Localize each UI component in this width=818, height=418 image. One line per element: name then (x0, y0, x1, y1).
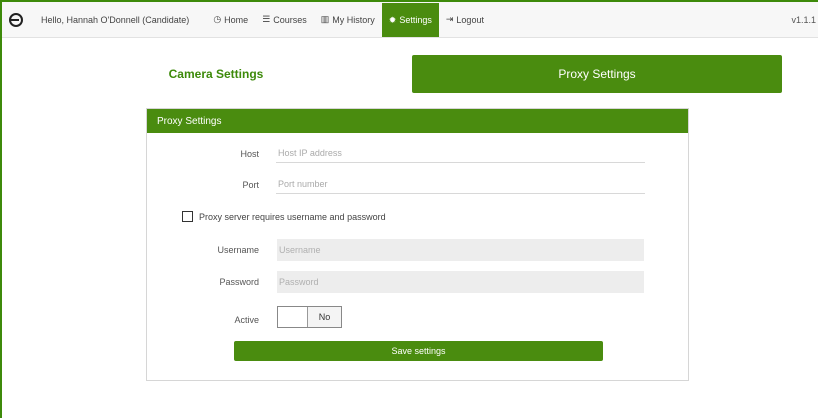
save-settings-button[interactable]: Save settings (234, 341, 603, 361)
username-label: Username (217, 245, 259, 255)
port-label: Port (242, 180, 259, 190)
nav-courses[interactable]: ☰ Courses (255, 2, 314, 38)
tab-proxy-settings[interactable]: Proxy Settings (412, 55, 782, 93)
password-label: Password (219, 277, 259, 287)
active-toggle[interactable]: No (277, 306, 342, 328)
host-input[interactable] (276, 143, 645, 163)
panel-title: Proxy Settings (147, 109, 688, 133)
proxy-settings-panel: Proxy Settings Host Port Proxy server re… (146, 108, 689, 381)
gear-icon: ✹ (388, 14, 397, 25)
app-logo-icon[interactable] (9, 12, 23, 27)
nav-logout-label: Logout (456, 14, 484, 25)
host-label: Host (240, 149, 259, 159)
toggle-state: No (308, 307, 341, 327)
password-input[interactable] (277, 271, 644, 293)
nav-home-label: Home (224, 14, 249, 25)
username-input[interactable] (277, 239, 644, 261)
top-nav: Hello, Hannah O'Donnell (Candidate) ◷ Ho… (2, 2, 818, 38)
requires-auth-row: Proxy server requires username and passw… (182, 211, 386, 222)
user-greeting: Hello, Hannah O'Donnell (Candidate) (41, 14, 190, 25)
version-label: v1.1.1 (791, 15, 816, 25)
nav-settings[interactable]: ✹ Settings (381, 3, 439, 37)
courses-icon: ☰ (262, 14, 271, 24)
active-label: Active (234, 315, 259, 325)
requires-auth-label: Proxy server requires username and passw… (199, 211, 386, 222)
nav-logout[interactable]: ⇥ Logout (439, 2, 491, 38)
nav-settings-label: Settings (399, 15, 432, 25)
tab-camera-settings[interactable]: Camera Settings (113, 55, 319, 93)
history-icon: ▥ (320, 14, 330, 24)
port-input[interactable] (276, 174, 645, 194)
logout-icon: ⇥ (445, 14, 454, 24)
nav-home[interactable]: ◷ Home (206, 2, 255, 38)
nav-my-history[interactable]: ▥ My History (314, 2, 382, 38)
requires-auth-checkbox[interactable] (182, 211, 193, 222)
nav-courses-label: Courses (273, 14, 307, 25)
home-icon: ◷ (213, 14, 222, 24)
toggle-knob (278, 307, 308, 327)
nav-my-history-label: My History (332, 14, 375, 25)
